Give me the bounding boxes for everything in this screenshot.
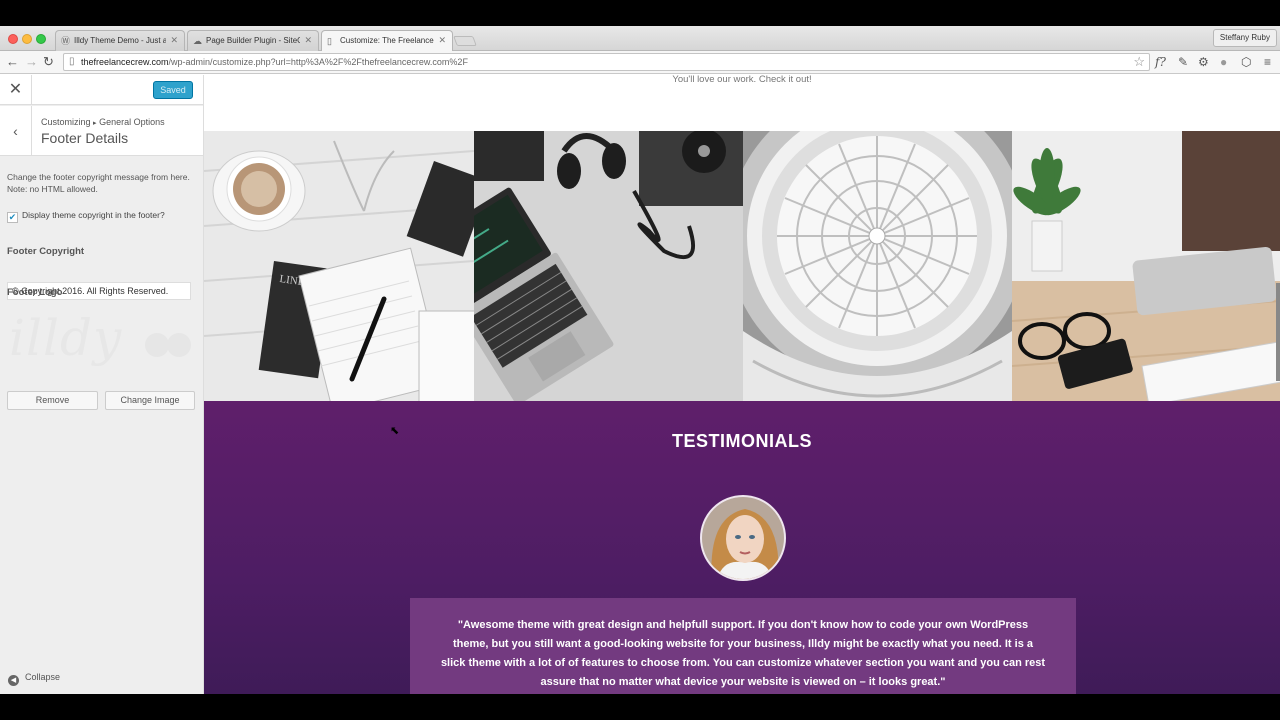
- section-title-area: ‹ Customizing ▸ General Options Footer D…: [0, 106, 203, 156]
- portfolio-gallery: LINE O: [204, 131, 1280, 401]
- portfolio-image-laptop-headphones[interactable]: [474, 131, 743, 401]
- control-description: Change the footer copyright message from…: [7, 172, 190, 194]
- menu-icon[interactable]: ≡: [1264, 54, 1271, 70]
- bookmark-star-icon[interactable]: ☆: [1133, 54, 1145, 70]
- tab-customize[interactable]: ▯ Customize: The Freelance ✕: [321, 30, 453, 52]
- breadcrumb: Customizing ▸ General Options: [41, 117, 165, 127]
- portfolio-image-dome[interactable]: [743, 131, 1012, 401]
- close-window-icon[interactable]: [8, 34, 18, 44]
- checkbox[interactable]: ✔: [7, 212, 18, 223]
- wordpress-icon: Ⓦ: [61, 36, 71, 46]
- caret-right-icon: ▸: [93, 120, 97, 127]
- customizer-sidebar: ✕ Saved ‹ Customizing ▸ General Options …: [0, 75, 204, 694]
- browser-toolbar: ← → ↻ ▯ thefreelancecrew.com/wp-admin/cu…: [0, 51, 1280, 74]
- panel-title: Footer Details: [41, 130, 129, 146]
- testimonials-section: TESTIMONIALS "Awesome theme with great d…: [204, 401, 1280, 694]
- footer-copyright-label: Footer Copyright: [7, 246, 85, 257]
- address-bar[interactable]: ▯ thefreelancecrew.com/wp-admin/customiz…: [63, 53, 1150, 71]
- close-icon[interactable]: ✕: [0, 75, 32, 105]
- testimonial-card: "Awesome theme with great design and hel…: [410, 598, 1076, 694]
- page-icon: ▯: [69, 56, 75, 67]
- extension-icon[interactable]: ●: [1220, 54, 1227, 70]
- new-tab-button[interactable]: [453, 36, 477, 46]
- remove-button[interactable]: Remove: [7, 391, 98, 410]
- close-tab-icon[interactable]: ✕: [438, 35, 446, 46]
- saved-button[interactable]: Saved: [153, 81, 193, 99]
- reload-icon[interactable]: ↻: [43, 54, 54, 70]
- testimonials-title: TESTIMONIALS: [672, 431, 812, 451]
- mouse-cursor-icon: ⬉: [390, 425, 400, 437]
- tab-page-builder[interactable]: ☁ Page Builder Plugin - SiteO ✕: [187, 30, 319, 51]
- back-arrow-icon[interactable]: ←: [6, 54, 19, 70]
- font-inspector-icon[interactable]: f?: [1155, 54, 1166, 70]
- minimize-window-icon[interactable]: [22, 34, 32, 44]
- close-tab-icon[interactable]: ✕: [304, 35, 312, 46]
- portfolio-image-desk-plant[interactable]: [1012, 131, 1280, 401]
- footer-logo-label: Footer Logo: [7, 287, 63, 298]
- customizer-header: ✕ Saved: [0, 75, 203, 105]
- tab-illdy-demo[interactable]: Ⓦ Illdy Theme Demo - Just a ✕: [55, 30, 185, 51]
- collapse-button[interactable]: ◀ Collapse: [8, 672, 60, 686]
- footer-logo-preview: illdy: [7, 301, 197, 383]
- logo-image: illdy: [9, 309, 123, 367]
- page-icon: ▯: [327, 36, 332, 46]
- tab-strip: Ⓦ Illdy Theme Demo - Just a ✕ ☁ Page Bui…: [0, 26, 1280, 52]
- forward-arrow-icon[interactable]: →: [25, 54, 38, 70]
- copyright-toggle-row[interactable]: ✔ Display theme copyright in the footer?: [7, 210, 165, 223]
- portfolio-image-desk-coffee[interactable]: LINE O: [204, 131, 474, 401]
- collapse-arrow-icon: ◀: [8, 675, 19, 686]
- profile-button[interactable]: Steffany Ruby: [1212, 29, 1277, 47]
- change-image-button[interactable]: Change Image: [105, 391, 195, 410]
- browser-window: Ⓦ Illdy Theme Demo - Just a ✕ ☁ Page Bui…: [0, 26, 1280, 694]
- gear-icon[interactable]: ⚙: [1198, 54, 1209, 70]
- portfolio-tagline: You'll love our work. Check it out!: [672, 75, 812, 85]
- logo-dot: [145, 333, 169, 357]
- site-preview: You'll love our work. Check it out! LINE…: [204, 75, 1280, 694]
- preview-scrollbar[interactable]: [1276, 283, 1280, 381]
- eyedropper-icon[interactable]: ✎: [1178, 54, 1188, 70]
- logo-dot: [167, 333, 191, 357]
- maximize-window-icon[interactable]: [36, 34, 46, 44]
- testimonial-avatar: [700, 495, 786, 581]
- shield-icon[interactable]: ⬡: [1241, 54, 1251, 70]
- back-chevron-icon[interactable]: ‹: [0, 106, 32, 156]
- cloud-icon: ☁: [193, 36, 202, 46]
- close-tab-icon[interactable]: ✕: [170, 35, 178, 46]
- testimonial-quote: "Awesome theme with great design and hel…: [440, 619, 1046, 688]
